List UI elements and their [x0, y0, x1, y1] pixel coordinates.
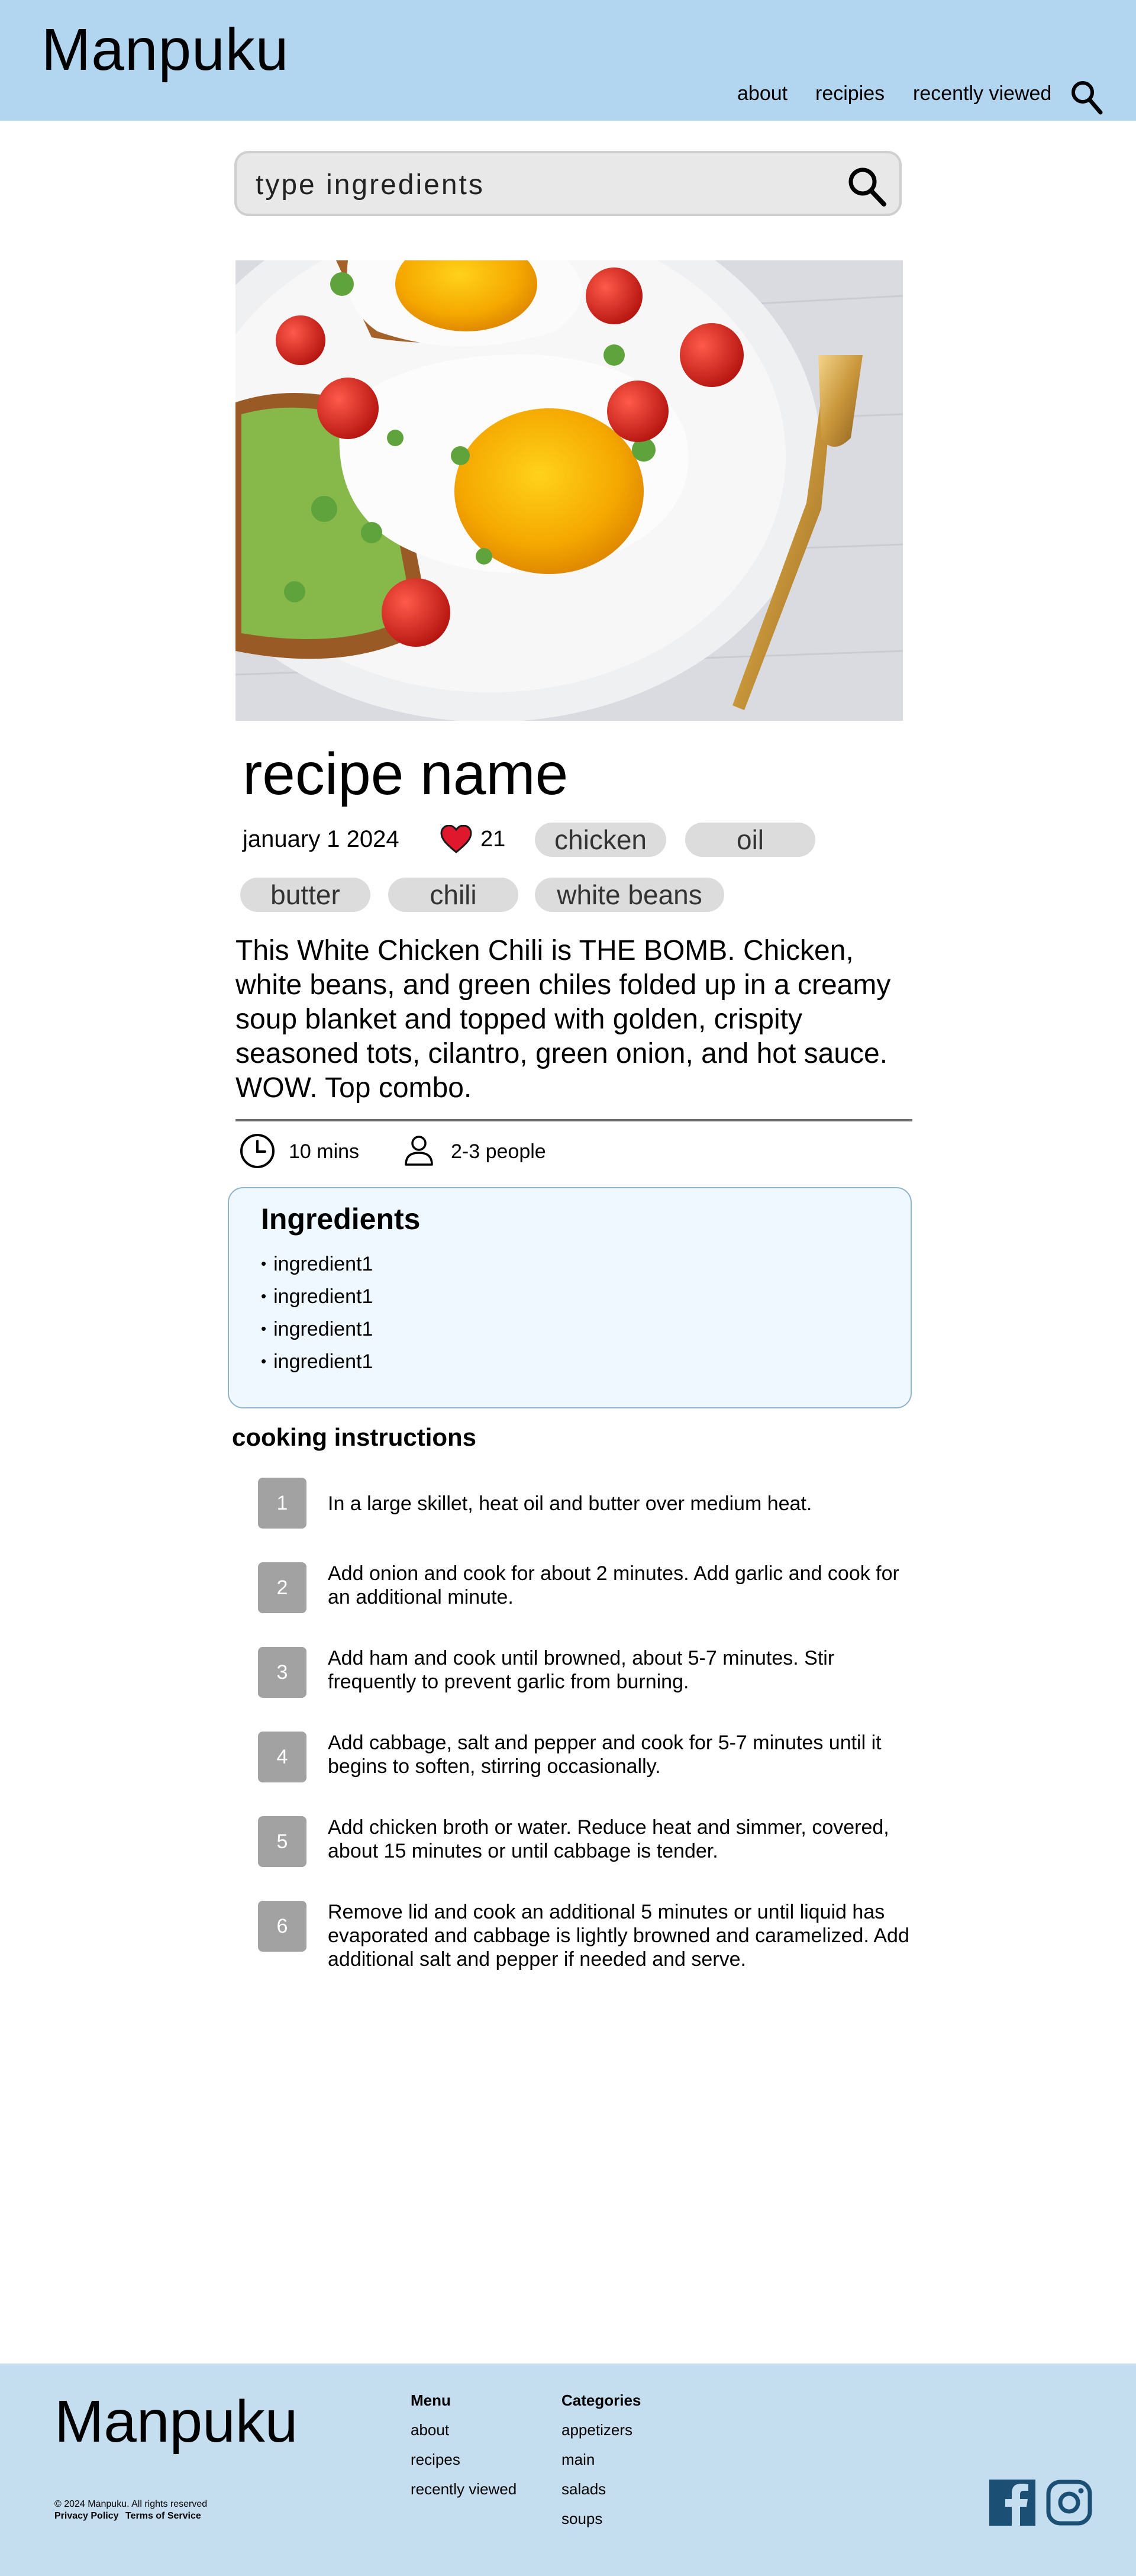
privacy-policy-link[interactable]: Privacy Policy [54, 2510, 119, 2522]
recipe-date: january 1 2024 [243, 826, 399, 852]
clock-icon [240, 1134, 275, 1168]
ingredient-item: ingredient1 [261, 1345, 373, 1378]
nav-about[interactable]: about [737, 82, 788, 105]
copyright: © 2024 Manpuku. All rights reserved [54, 2499, 208, 2509]
site-footer: Manpuku Menu about recipes recently view… [0, 2364, 1136, 2576]
site-header: Manpuku about recipies recently viewed [0, 0, 1136, 121]
step-number: 2 [258, 1562, 306, 1613]
step-number: 1 [258, 1478, 306, 1529]
search-icon[interactable] [846, 165, 888, 207]
footer-link-appetizers[interactable]: appetizers [561, 2420, 632, 2439]
step-text: Add onion and cook for about 2 minutes. … [328, 1562, 899, 1608]
footer-link-soups[interactable]: soups [561, 2509, 602, 2528]
recipe-description: This White Chicken Chili is THE BOMB. Ch… [235, 935, 891, 1104]
footer-categories-heading: Categories [561, 2391, 641, 2409]
person-icon [405, 1136, 433, 1166]
ingredients-list: ingredient1 ingredient1 ingredient1 ingr… [261, 1247, 373, 1378]
step-text: Add cabbage, salt and pepper and cook fo… [328, 1732, 882, 1778]
ingredient-item: ingredient1 [261, 1280, 373, 1313]
footer-link-recipes[interactable]: recipes [411, 2450, 460, 2469]
instructions-heading: cooking instructions [232, 1423, 477, 1451]
tag-oil[interactable]: oil [685, 823, 815, 857]
step-text: Add ham and cook until browned, about 5-… [328, 1647, 835, 1693]
tag-chili[interactable]: chili [388, 878, 518, 912]
ingredient-search-input[interactable] [254, 165, 825, 204]
step-number: 6 [258, 1901, 306, 1952]
ingredient-item: ingredient1 [261, 1247, 373, 1280]
step-text: In a large skillet, heat oil and butter … [328, 1492, 812, 1515]
step-number: 4 [258, 1732, 306, 1782]
recipe-title: recipe name [243, 741, 569, 807]
facebook-icon[interactable] [989, 2480, 1035, 2526]
ingredients-heading: Ingredients [261, 1202, 421, 1236]
site-logo[interactable]: Manpuku [41, 14, 289, 85]
ingredients-card: Ingredients ingredient1 ingredient1 ingr… [228, 1187, 912, 1408]
footer-link-main[interactable]: main [561, 2450, 595, 2469]
nav-recipies[interactable]: recipies [815, 82, 885, 105]
divider [235, 1119, 912, 1121]
step-number: 3 [258, 1647, 306, 1698]
footer-logo[interactable]: Manpuku [54, 2386, 298, 2457]
footer-link-salads[interactable]: salads [561, 2480, 606, 2498]
ingredient-item: ingredient1 [261, 1313, 373, 1345]
tag-butter[interactable]: butter [240, 878, 370, 912]
footer-link-about[interactable]: about [411, 2420, 449, 2439]
heart-icon[interactable] [440, 825, 472, 853]
cook-time: 10 mins [289, 1140, 360, 1163]
step-text: Add chicken broth or water. Reduce heat … [328, 1816, 889, 1862]
search-icon[interactable] [1070, 79, 1103, 115]
ingredient-search-bar [234, 151, 902, 216]
footer-link-recently-viewed[interactable]: recently viewed [411, 2480, 517, 2498]
footer-menu-heading: Menu [411, 2391, 451, 2409]
step-number: 5 [258, 1816, 306, 1867]
recipe-photo [235, 260, 903, 721]
like-count: 21 [480, 827, 506, 852]
instagram-icon[interactable] [1046, 2480, 1092, 2526]
tag-chicken[interactable]: chicken [535, 823, 666, 857]
step-text: Remove lid and cook an additional 5 minu… [328, 1901, 909, 1971]
terms-of-service-link[interactable]: Terms of Service [125, 2510, 201, 2522]
tag-white-beans[interactable]: white beans [535, 878, 724, 912]
nav-recently-viewed[interactable]: recently viewed [913, 82, 1051, 105]
servings: 2-3 people [451, 1140, 546, 1163]
